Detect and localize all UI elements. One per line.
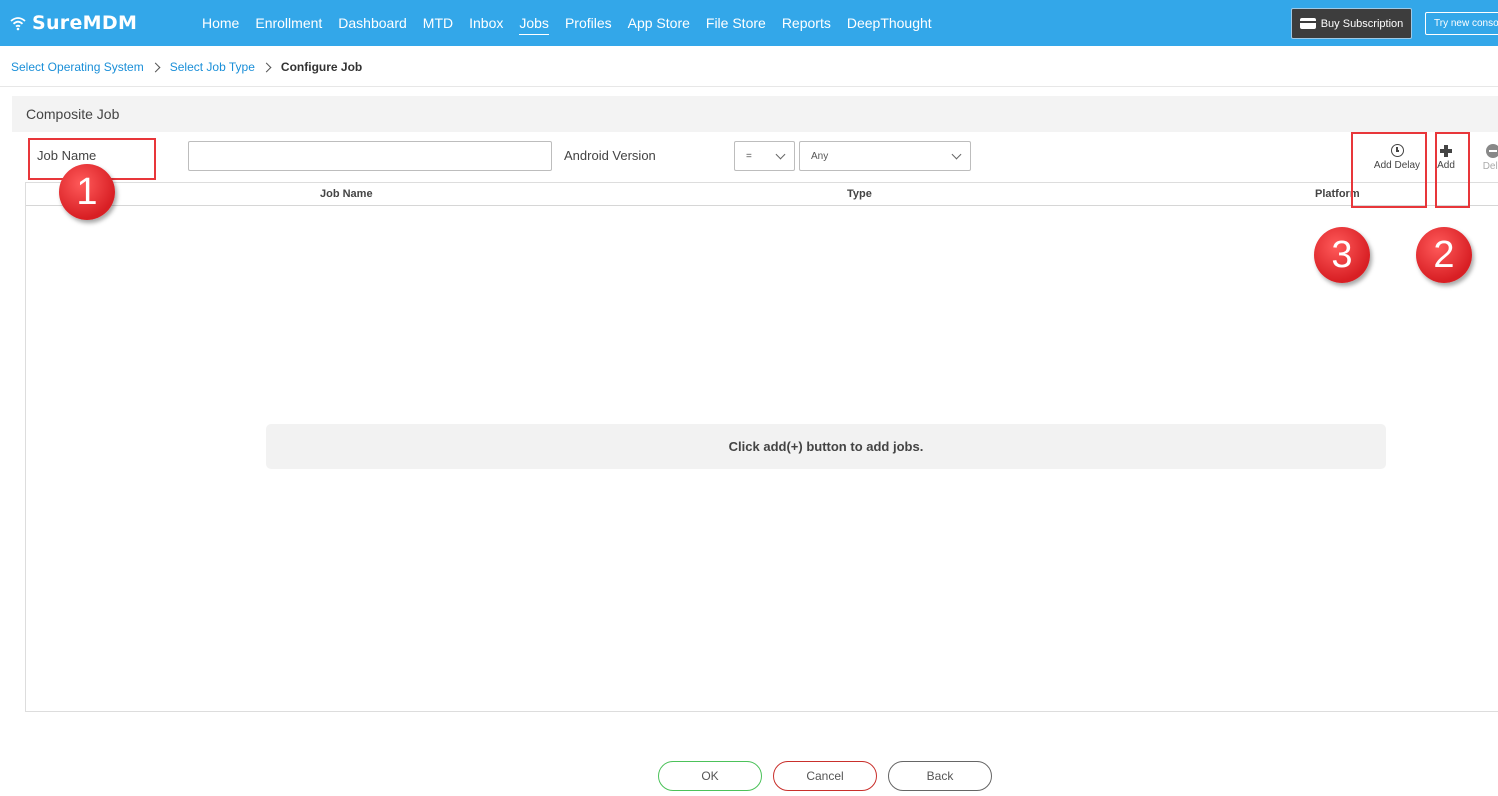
android-version-select[interactable]: Any <box>799 141 971 171</box>
main-nav: Home Enrollment Dashboard MTD Inbox Jobs… <box>202 0 948 46</box>
back-button[interactable]: Back <box>888 761 992 791</box>
chevron-right-icon <box>150 62 161 72</box>
panel-header: Composite Job <box>12 96 1498 132</box>
nav-mtd[interactable]: MTD <box>423 0 453 46</box>
nav-jobs[interactable]: Jobs <box>519 0 549 46</box>
version-operator-select[interactable]: = <box>734 141 795 171</box>
nav-enrollment[interactable]: Enrollment <box>255 0 322 46</box>
try-new-console-button[interactable]: Try new conso <box>1425 12 1498 35</box>
column-job-name[interactable]: Job Name <box>320 188 373 200</box>
breadcrumb-select-job-type[interactable]: Select Job Type <box>170 60 255 74</box>
highlight-add <box>1435 132 1470 208</box>
annotation-badge-3: 3 <box>1314 227 1370 283</box>
nav-file-store[interactable]: File Store <box>706 0 766 46</box>
android-version-value: Any <box>811 150 829 162</box>
credit-card-icon <box>1299 18 1316 29</box>
breadcrumb: Select Operating System Select Job Type … <box>11 59 362 75</box>
brand-name: SureMDM <box>32 12 138 34</box>
nav-reports[interactable]: Reports <box>782 0 831 46</box>
nav-profiles[interactable]: Profiles <box>565 0 612 46</box>
empty-table-message: Click add(+) button to add jobs. <box>266 424 1386 469</box>
delete-label: Dele <box>1482 161 1498 172</box>
nav-app-store[interactable]: App Store <box>628 0 690 46</box>
nav-deepthought[interactable]: DeepThought <box>847 0 932 46</box>
top-nav-bar: SureMDM Home Enrollment Dashboard MTD In… <box>0 0 1498 46</box>
nav-inbox[interactable]: Inbox <box>469 0 503 46</box>
app-logo[interactable]: SureMDM <box>10 11 137 35</box>
nav-dashboard[interactable]: Dashboard <box>338 0 407 46</box>
panel-title: Composite Job <box>26 106 120 122</box>
column-type[interactable]: Type <box>847 188 872 200</box>
jobs-table: Job Name Type Platform Click add(+) butt… <box>25 182 1498 712</box>
highlight-add-delay <box>1351 132 1427 208</box>
ok-button[interactable]: OK <box>658 761 762 791</box>
chevron-down-icon <box>951 149 962 160</box>
breadcrumb-current: Configure Job <box>280 60 363 74</box>
delete-job-button[interactable]: Dele <box>1478 142 1498 172</box>
version-operator-value: = <box>746 150 752 162</box>
android-version-label: Android Version <box>564 148 656 163</box>
nav-home[interactable]: Home <box>202 0 239 46</box>
table-header: Job Name Type Platform <box>26 183 1498 206</box>
breadcrumb-divider <box>0 86 1498 87</box>
buy-subscription-button[interactable]: Buy Subscription <box>1291 8 1412 39</box>
minus-circle-icon <box>1486 144 1498 158</box>
buy-subscription-label: Buy Subscription <box>1320 17 1404 30</box>
breadcrumb-select-os[interactable]: Select Operating System <box>11 60 144 74</box>
chevron-right-icon <box>261 62 272 72</box>
wifi-icon <box>10 17 26 31</box>
annotation-badge-1: 1 <box>59 164 115 220</box>
chevron-down-icon <box>775 149 786 160</box>
cancel-button[interactable]: Cancel <box>773 761 877 791</box>
job-name-input[interactable] <box>188 141 552 171</box>
annotation-badge-2: 2 <box>1416 227 1472 283</box>
